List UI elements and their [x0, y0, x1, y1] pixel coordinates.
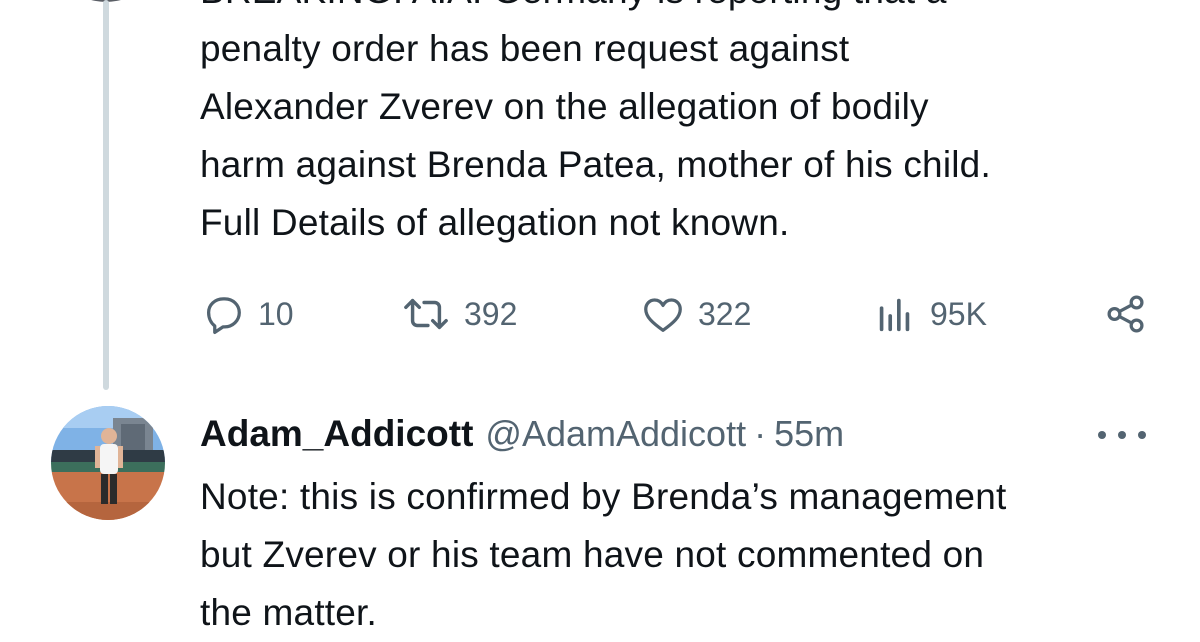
reply-tweet-text: Note: this is confirmed by Brenda’s mana… [200, 468, 1160, 642]
views-count: 95K [930, 295, 987, 332]
tweet-text-line: the matter. [200, 592, 378, 633]
reply-button[interactable]: 10 [200, 290, 294, 338]
reply-icon [200, 291, 246, 337]
avatar[interactable] [51, 406, 165, 520]
first-tweet-text: BREAKING: A.A. Germany is reporting that… [200, 0, 1160, 252]
more-dot [1138, 431, 1146, 439]
retweet-count: 392 [464, 295, 518, 332]
retweet-icon [400, 291, 452, 337]
thread-connector-line [103, 0, 109, 390]
tweet-text-line: Alexander Zverev on the allegation of bo… [200, 86, 929, 127]
tweet-timestamp[interactable]: 55m [774, 413, 844, 455]
like-count: 322 [698, 295, 752, 332]
tweet-text-line: but Zverev or his team have not commente… [200, 534, 985, 575]
views-button[interactable]: 95K [872, 290, 987, 338]
heart-icon [640, 291, 686, 337]
like-button[interactable]: 322 [640, 290, 751, 338]
tweet-text-line: Full Details of allegation not known. [200, 202, 790, 243]
tweet-text-line: penalty order has been request against [200, 28, 850, 69]
tweet-action-bar: 10 392 322 95K [200, 290, 1160, 338]
tweet-text-line: harm against Brenda Patea, mother of his… [200, 144, 991, 185]
more-dot [1118, 431, 1126, 439]
retweet-button[interactable]: 392 [400, 290, 517, 338]
views-icon [872, 291, 918, 337]
separator-dot: · [754, 413, 767, 454]
tweet-text-line: BREAKING: A.A. Germany is reporting that… [200, 0, 1160, 20]
reply-tweet-header: Adam_Addicott @AdamAddicott · 55m [200, 405, 1160, 463]
author-name[interactable]: Adam_Addicott [200, 413, 473, 455]
tweet-text-line: Note: this is confirmed by Brenda’s mana… [200, 476, 1007, 517]
reply-count: 10 [258, 295, 294, 332]
author-handle[interactable]: @AdamAddicott [485, 413, 746, 455]
more-icon[interactable] [1098, 425, 1146, 445]
share-icon [1103, 291, 1149, 337]
share-button[interactable] [1103, 290, 1149, 338]
more-dot [1098, 431, 1106, 439]
profile-photo [51, 406, 165, 520]
